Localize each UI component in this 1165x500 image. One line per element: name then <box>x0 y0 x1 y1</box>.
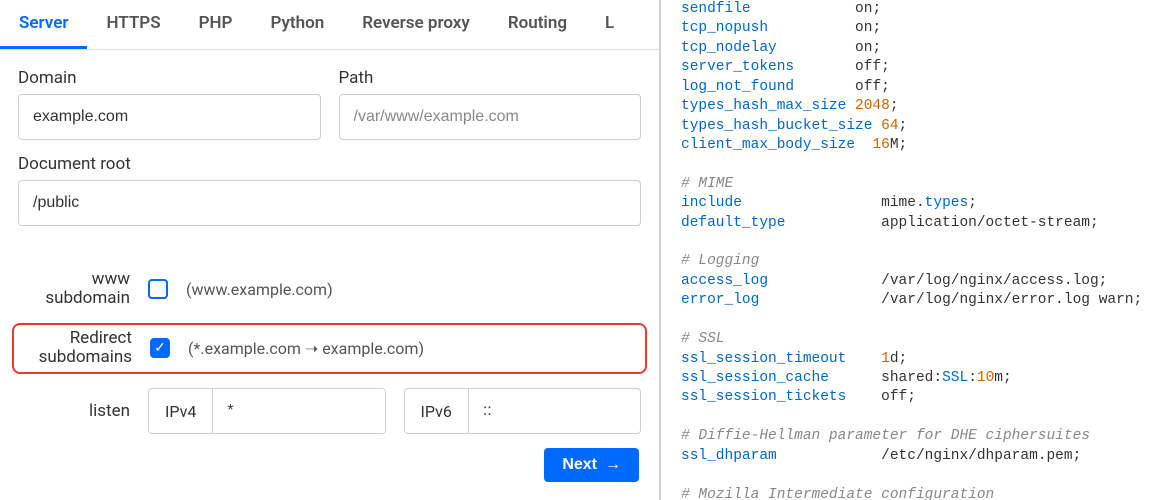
redirect-subdomains-checkbox[interactable]: ✓ <box>150 338 170 358</box>
www-subdomain-checkbox[interactable] <box>148 279 168 299</box>
domain-input[interactable] <box>18 94 321 140</box>
comment-dh: # Diffie-Hellman parameter for DHE ciphe… <box>681 428 1090 444</box>
ipv4-input[interactable] <box>213 389 385 433</box>
kw-types-hash-bucket-size: types_hash_bucket_size <box>681 118 872 134</box>
config-preview: sendfile on; tcp_nopush on; tcp_nodelay … <box>660 0 1165 500</box>
footer: Next → <box>18 448 641 482</box>
path-input[interactable] <box>339 94 642 140</box>
listen-label: listen <box>18 401 130 421</box>
left-panel: Server HTTPS PHP Python Reverse proxy Ro… <box>0 0 660 500</box>
tab-reverse-proxy[interactable]: Reverse proxy <box>343 0 489 49</box>
ipv4-addon: IPv4 <box>149 389 213 433</box>
redirect-subdomains-hint: (*.example.com ➝ example.com) <box>188 339 424 358</box>
kw-default-type: default_type <box>681 215 785 231</box>
redirect-subdomains-row: Redirect subdomains ✓ (*.example.com ➝ e… <box>12 323 647 374</box>
ipv6-input[interactable] <box>469 389 641 433</box>
kw-error-log: error_log <box>681 292 759 308</box>
ipv6-addon: IPv6 <box>405 389 469 433</box>
kw-client-max-body-size: client_max_body_size <box>681 137 855 153</box>
docroot-input[interactable] <box>18 180 641 226</box>
kw-sendfile: sendfile <box>681 1 751 17</box>
kw-include: include <box>681 195 742 211</box>
www-subdomain-hint: (www.example.com) <box>186 280 333 299</box>
domain-label: Domain <box>18 68 321 88</box>
tab-https[interactable]: HTTPS <box>87 0 179 49</box>
tab-routing[interactable]: Routing <box>489 0 586 49</box>
kw-access-log: access_log <box>681 273 768 289</box>
tab-python[interactable]: Python <box>251 0 343 49</box>
kw-server-tokens: server_tokens <box>681 59 794 75</box>
comment-ssl: # SSL <box>681 331 725 347</box>
tab-php[interactable]: PHP <box>180 0 252 49</box>
kw-tcp-nopush: tcp_nopush <box>681 20 768 36</box>
www-subdomain-row: www subdomain (www.example.com) <box>18 270 641 309</box>
kw-tcp-nodelay: tcp_nodelay <box>681 40 777 56</box>
docroot-field-group: Document root <box>18 154 641 256</box>
next-button[interactable]: Next → <box>544 448 639 482</box>
comment-logging: # Logging <box>681 253 759 269</box>
next-button-label: Next <box>562 456 597 474</box>
www-subdomain-label: www subdomain <box>18 270 130 309</box>
docroot-label: Document root <box>18 154 641 174</box>
comment-mime: # MIME <box>681 176 733 192</box>
check-icon: ✓ <box>154 341 166 355</box>
form-area: Domain Path Document root www subdomain … <box>0 50 659 500</box>
tab-server[interactable]: Server <box>0 0 87 49</box>
tab-bar: Server HTTPS PHP Python Reverse proxy Ro… <box>0 0 659 50</box>
ipv4-group: IPv4 <box>148 388 386 434</box>
arrow-right-icon: → <box>605 456 621 474</box>
path-label: Path <box>339 68 642 88</box>
kw-ssl-session-cache: ssl_session_cache <box>681 370 829 386</box>
redirect-subdomains-label: Redirect subdomains <box>20 329 132 368</box>
kw-ssl-dhparam: ssl_dhparam <box>681 448 777 464</box>
domain-field-group: Domain <box>18 68 321 140</box>
tab-more[interactable]: L <box>586 0 633 49</box>
kw-types-hash-max-size: types_hash_max_size <box>681 98 846 114</box>
kw-ssl-session-tickets: ssl_session_tickets <box>681 389 846 405</box>
kw-log-not-found: log_not_found <box>681 79 794 95</box>
listen-row: listen IPv4 IPv6 <box>18 388 641 434</box>
path-field-group: Path <box>339 68 642 140</box>
ipv6-group: IPv6 <box>404 388 642 434</box>
comment-mozilla: # Mozilla Intermediate configuration <box>681 487 994 500</box>
kw-ssl-session-timeout: ssl_session_timeout <box>681 351 846 367</box>
